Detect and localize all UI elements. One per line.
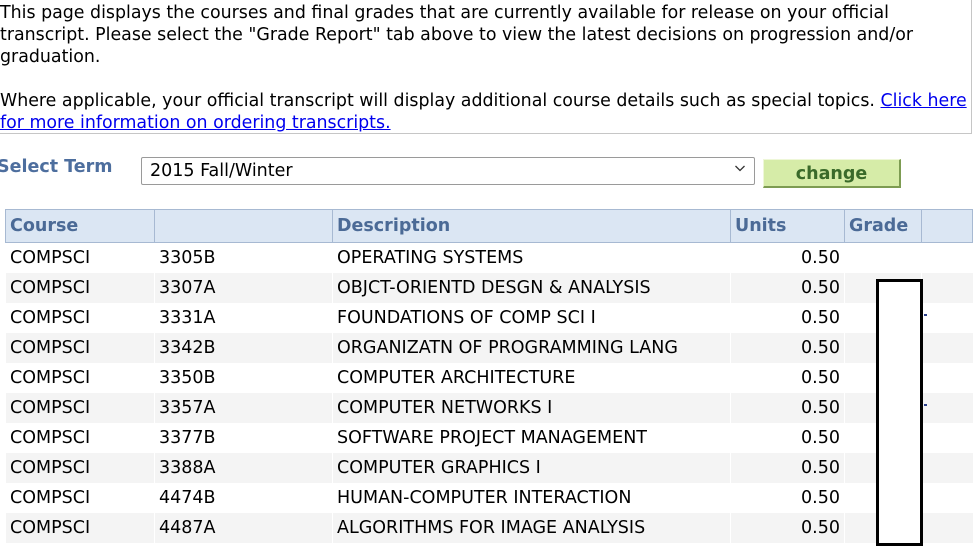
course-description: ALGORITHMS FOR IMAGE ANALYSIS: [332, 512, 731, 543]
table-row: COMPSCI 3307A OBJCT-ORIENTD DESGN & ANAL…: [5, 272, 973, 303]
course-subject: COMPSCI: [5, 242, 155, 273]
course-description: ORGANIZATN OF PROGRAMMING LANG: [332, 332, 731, 363]
course-units: 0.50: [730, 332, 845, 363]
course-number: 3307A: [154, 272, 333, 303]
term-select[interactable]: 2015 Fall/Winter: [141, 157, 755, 185]
info-text: Where applicable, your official transcri…: [0, 91, 881, 111]
course-number: 3357A: [154, 392, 333, 423]
table-row: COMPSCI 3377B SOFTWARE PROJECT MANAGEMEN…: [5, 422, 973, 453]
course-subject: COMPSCI: [5, 332, 155, 363]
column-header-number: [154, 209, 333, 243]
course-units: 0.50: [730, 482, 845, 513]
chevron-down-icon: [735, 165, 745, 172]
change-button[interactable]: change: [763, 159, 901, 188]
course-description: COMPUTER ARCHITECTURE: [332, 362, 731, 393]
course-subject: COMPSCI: [5, 272, 155, 303]
column-header-units: Units: [730, 209, 845, 243]
info-paragraph: This page displays the courses and final…: [0, 3, 913, 67]
course-extra: [921, 452, 973, 483]
course-units: 0.50: [730, 272, 845, 303]
course-subject: COMPSCI: [5, 512, 155, 543]
courses-table: Course Description Units Grade COMPSCI 3…: [5, 209, 973, 543]
grade-redaction-box: [876, 279, 923, 546]
table-row: COMPSCI 3331A FOUNDATIONS OF COMP SCI I …: [5, 302, 973, 333]
course-number: 3377B: [154, 422, 333, 453]
course-description: HUMAN-COMPUTER INTERACTION: [332, 482, 731, 513]
course-extra: [921, 332, 973, 363]
course-extra: [921, 512, 973, 543]
table-row: COMPSCI 3357A COMPUTER NETWORKS I 0.50: [5, 392, 973, 423]
table-row: COMPSCI 4474B HUMAN-COMPUTER INTERACTION…: [5, 482, 973, 513]
table-row: COMPSCI 3305B OPERATING SYSTEMS 0.50: [5, 242, 973, 273]
course-subject: COMPSCI: [5, 362, 155, 393]
course-number: 3305B: [154, 242, 333, 273]
course-extra: [921, 482, 973, 513]
course-number: 3388A: [154, 452, 333, 483]
course-description: COMPUTER GRAPHICS I: [332, 452, 731, 483]
course-grade: [844, 242, 922, 273]
course-subject: COMPSCI: [5, 452, 155, 483]
column-header-course: Course: [5, 209, 155, 243]
course-units: 0.50: [730, 422, 845, 453]
column-header-grade: Grade: [844, 209, 922, 243]
course-extra: [921, 302, 973, 333]
course-extra: [921, 362, 973, 393]
course-extra: [921, 272, 973, 303]
info-paragraph-transcript: Where applicable, your official transcri…: [0, 90, 971, 134]
course-description: COMPUTER NETWORKS I: [332, 392, 731, 423]
course-rows: COMPSCI 3305B OPERATING SYSTEMS 0.50 COM…: [5, 242, 973, 543]
course-subject: COMPSCI: [5, 482, 155, 513]
course-number: 4474B: [154, 482, 333, 513]
table-header-row: Course Description Units Grade: [5, 209, 973, 243]
course-number: 3342B: [154, 332, 333, 363]
course-units: 0.50: [730, 302, 845, 333]
course-number: 3350B: [154, 362, 333, 393]
column-header-extra: [921, 209, 973, 243]
course-extra: [921, 422, 973, 453]
redaction-edge-mark: [924, 404, 927, 406]
course-description: FOUNDATIONS OF COMP SCI I: [332, 302, 731, 333]
course-number: 3331A: [154, 302, 333, 333]
course-units: 0.50: [730, 512, 845, 543]
term-select-value: 2015 Fall/Winter: [150, 161, 293, 181]
course-units: 0.50: [730, 242, 845, 273]
course-subject: COMPSCI: [5, 422, 155, 453]
course-units: 0.50: [730, 452, 845, 483]
table-row: COMPSCI 4487A ALGORITHMS FOR IMAGE ANALY…: [5, 512, 973, 543]
select-term-label: Select Term: [0, 157, 113, 177]
redaction-edge-mark: [924, 314, 927, 316]
table-row: COMPSCI 3388A COMPUTER GRAPHICS I 0.50: [5, 452, 973, 483]
course-description: OBJCT-ORIENTD DESGN & ANALYSIS: [332, 272, 731, 303]
table-row: COMPSCI 3342B ORGANIZATN OF PROGRAMMING …: [5, 332, 973, 363]
course-description: SOFTWARE PROJECT MANAGEMENT: [332, 422, 731, 453]
column-header-description: Description: [332, 209, 731, 243]
course-extra: [921, 392, 973, 423]
info-panel: This page displays the courses and final…: [0, 0, 972, 134]
course-extra: [921, 242, 973, 273]
course-subject: COMPSCI: [5, 392, 155, 423]
course-units: 0.50: [730, 362, 845, 393]
course-subject: COMPSCI: [5, 302, 155, 333]
course-units: 0.50: [730, 392, 845, 423]
course-description: OPERATING SYSTEMS: [332, 242, 731, 273]
table-row: COMPSCI 3350B COMPUTER ARCHITECTURE 0.50: [5, 362, 973, 393]
course-number: 4487A: [154, 512, 333, 543]
transcript-page: This page displays the courses and final…: [0, 0, 975, 546]
